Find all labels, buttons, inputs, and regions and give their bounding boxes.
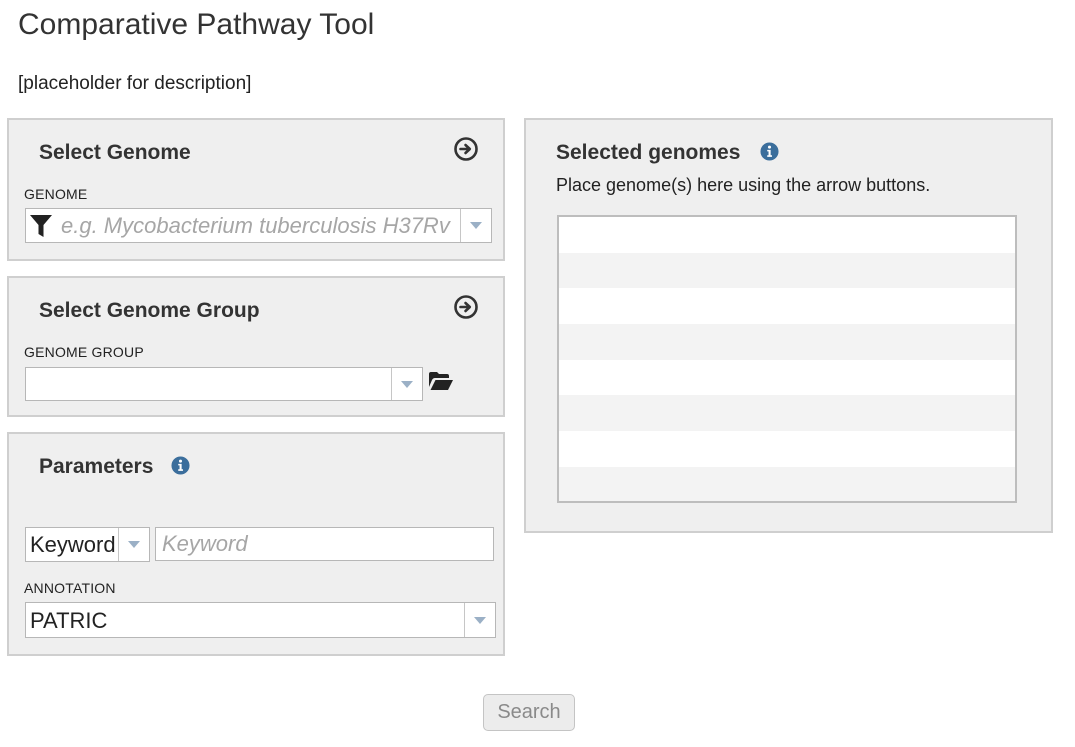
parameters-panel: Parameters Keyword ANNOTATION PATRIC: [7, 432, 505, 656]
select-genome-title: Select Genome: [39, 141, 191, 164]
info-icon[interactable]: [171, 456, 190, 475]
selected-genomes-panel: Selected genomes Place genome(s) here us…: [524, 118, 1053, 533]
selected-genomes-title: Selected genomes: [556, 141, 741, 164]
genome-field-label: GENOME: [24, 186, 88, 202]
info-icon[interactable]: [760, 142, 779, 161]
keyword-type-value: Keyword: [30, 532, 116, 557]
genome-group-dropdown-button[interactable]: [391, 368, 422, 400]
genome-dropdown-button[interactable]: [460, 209, 491, 242]
annotation-field-label: ANNOTATION: [24, 580, 116, 596]
arrow-right-circle-icon[interactable]: [453, 136, 479, 162]
select-genome-group-panel: Select Genome Group GENOME GROUP: [7, 276, 505, 417]
list-row: [559, 431, 1015, 467]
genome-group-input[interactable]: [32, 371, 387, 398]
annotation-select[interactable]: PATRIC: [25, 602, 496, 638]
list-row: [559, 466, 1015, 501]
genome-combobox[interactable]: [25, 208, 492, 243]
keyword-input[interactable]: [155, 527, 494, 561]
keyword-type-dropdown-button[interactable]: [118, 528, 149, 561]
keyword-type-select[interactable]: Keyword: [25, 527, 150, 562]
search-button[interactable]: Search: [483, 694, 575, 731]
filter-funnel-icon: [30, 215, 52, 237]
select-genome-group-title: Select Genome Group: [39, 299, 260, 322]
annotation-value: PATRIC: [30, 608, 108, 633]
page-description: [placeholder for description]: [18, 73, 252, 94]
parameters-title: Parameters: [39, 455, 154, 478]
list-row: [559, 395, 1015, 432]
select-genome-panel: Select Genome GENOME: [7, 118, 505, 261]
genome-group-field-label: GENOME GROUP: [24, 344, 144, 360]
list-row: [559, 360, 1015, 396]
selected-genomes-hint: Place genome(s) here using the arrow but…: [556, 175, 931, 195]
selected-genomes-list[interactable]: [557, 215, 1017, 503]
genome-search-input[interactable]: [61, 212, 456, 239]
genome-group-combobox[interactable]: [25, 367, 423, 401]
list-row: [559, 252, 1015, 289]
folder-open-icon[interactable]: [428, 371, 454, 391]
arrow-right-circle-icon[interactable]: [453, 294, 479, 320]
annotation-dropdown-button[interactable]: [464, 603, 495, 637]
page-title: Comparative Pathway Tool: [18, 8, 375, 41]
list-row: [559, 288, 1015, 324]
list-row: [559, 217, 1015, 253]
list-row: [559, 324, 1015, 360]
